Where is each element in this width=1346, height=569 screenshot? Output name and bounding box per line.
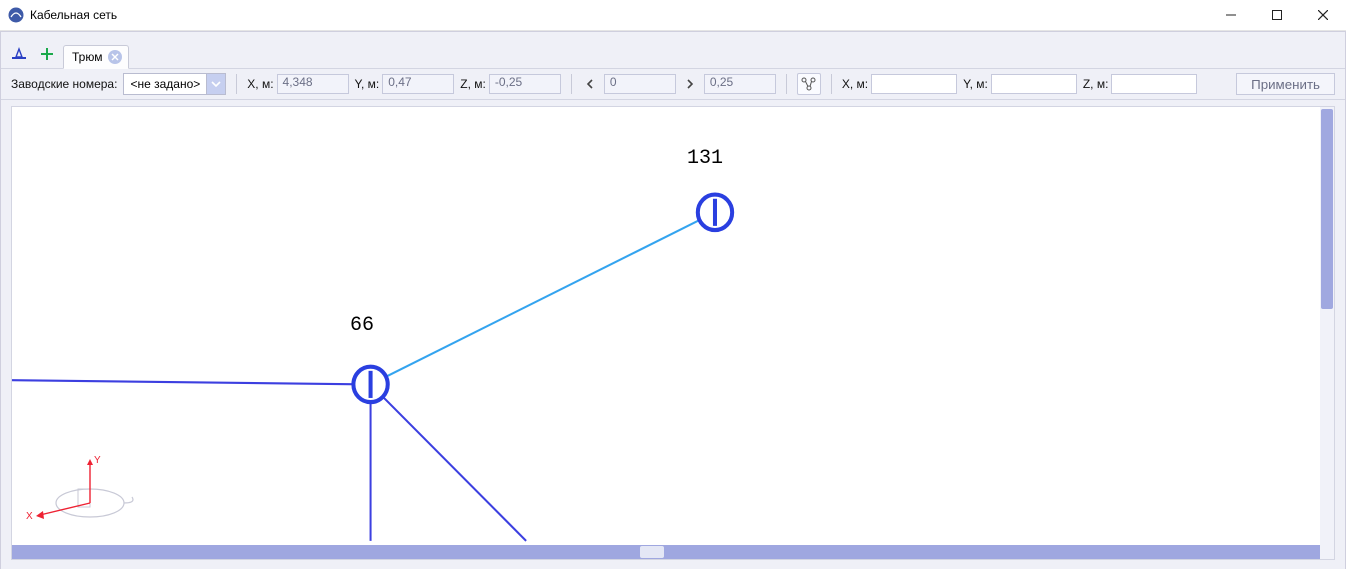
toolbar-separator [571,74,572,94]
window-close-button[interactable] [1300,0,1346,30]
range-from-input[interactable]: 0 [604,74,676,94]
toolbar-separator [236,74,237,94]
coord1-x-label: X, м: [247,77,273,91]
node-label-66: 66 [350,314,374,337]
coord2-y-label: Y, м: [963,77,988,91]
axis-x-label: X [26,511,33,522]
coord2-x-input[interactable] [871,74,957,94]
tabstrip: Трюм [1,32,1345,69]
tab-tryum[interactable]: Трюм [63,45,129,69]
range-to-input[interactable]: 0,25 [704,74,776,94]
window-title: Кабельная сеть [30,8,117,22]
factory-numbers-value: <не задано> [124,74,206,94]
coord1-z-input[interactable]: -0,25 [489,74,561,94]
scrollbar-thumb[interactable] [1321,109,1333,309]
coord2-z-input[interactable] [1111,74,1197,94]
coord1-y-input[interactable]: 0,47 [382,74,454,94]
diagram-node-66[interactable] [353,367,387,402]
axis-indicator: Y X [20,449,140,529]
diagram-edge[interactable] [371,212,715,384]
chevron-down-icon[interactable] [206,74,225,94]
diagram-svg [12,107,1320,545]
coord1-x-input[interactable]: 4,348 [277,74,349,94]
next-button[interactable] [682,76,698,92]
factory-numbers-label: Заводские номера: [11,77,117,91]
apply-button[interactable]: Применить [1236,73,1335,95]
tab-close-button[interactable] [108,50,122,64]
tab-label: Трюм [72,50,102,64]
window-minimize-button[interactable] [1208,0,1254,30]
coord2-z-label: Z, м: [1083,77,1109,91]
coord1-y-label: Y, м: [355,77,380,91]
axis-y-label: Y [94,455,101,466]
factory-numbers-combo[interactable]: <не задано> [123,73,226,95]
vertical-scrollbar[interactable] [1320,107,1334,545]
prev-button[interactable] [582,76,598,92]
canvas-wrap: 66 131 Y X [11,106,1335,560]
nodes-icon[interactable] [797,73,821,95]
scrollbar-corner [1320,545,1334,559]
horizontal-scrollbar[interactable] [12,545,1320,559]
toolbar: Заводские номера: <не задано> X, м: 4,34… [1,69,1345,100]
toolbar-separator [786,74,787,94]
coord2-y-input[interactable] [991,74,1077,94]
diagram-edge[interactable] [371,384,527,540]
diagram-canvas[interactable]: 66 131 Y X [12,107,1320,545]
coord1-z-label: Z, м: [460,77,486,91]
scrollbar-thumb[interactable] [640,546,664,558]
add-tab-button[interactable] [35,42,59,66]
window-maximize-button[interactable] [1254,0,1300,30]
diagram-edge[interactable] [12,380,371,384]
window-titlebar: Кабельная сеть [0,0,1346,31]
diagram-node-131[interactable] [698,195,732,230]
toolbar-separator [831,74,832,94]
paint-tool-button[interactable] [7,42,31,66]
coord2-x-label: X, м: [842,77,868,91]
app-icon [8,7,24,23]
node-label-131: 131 [687,147,723,170]
